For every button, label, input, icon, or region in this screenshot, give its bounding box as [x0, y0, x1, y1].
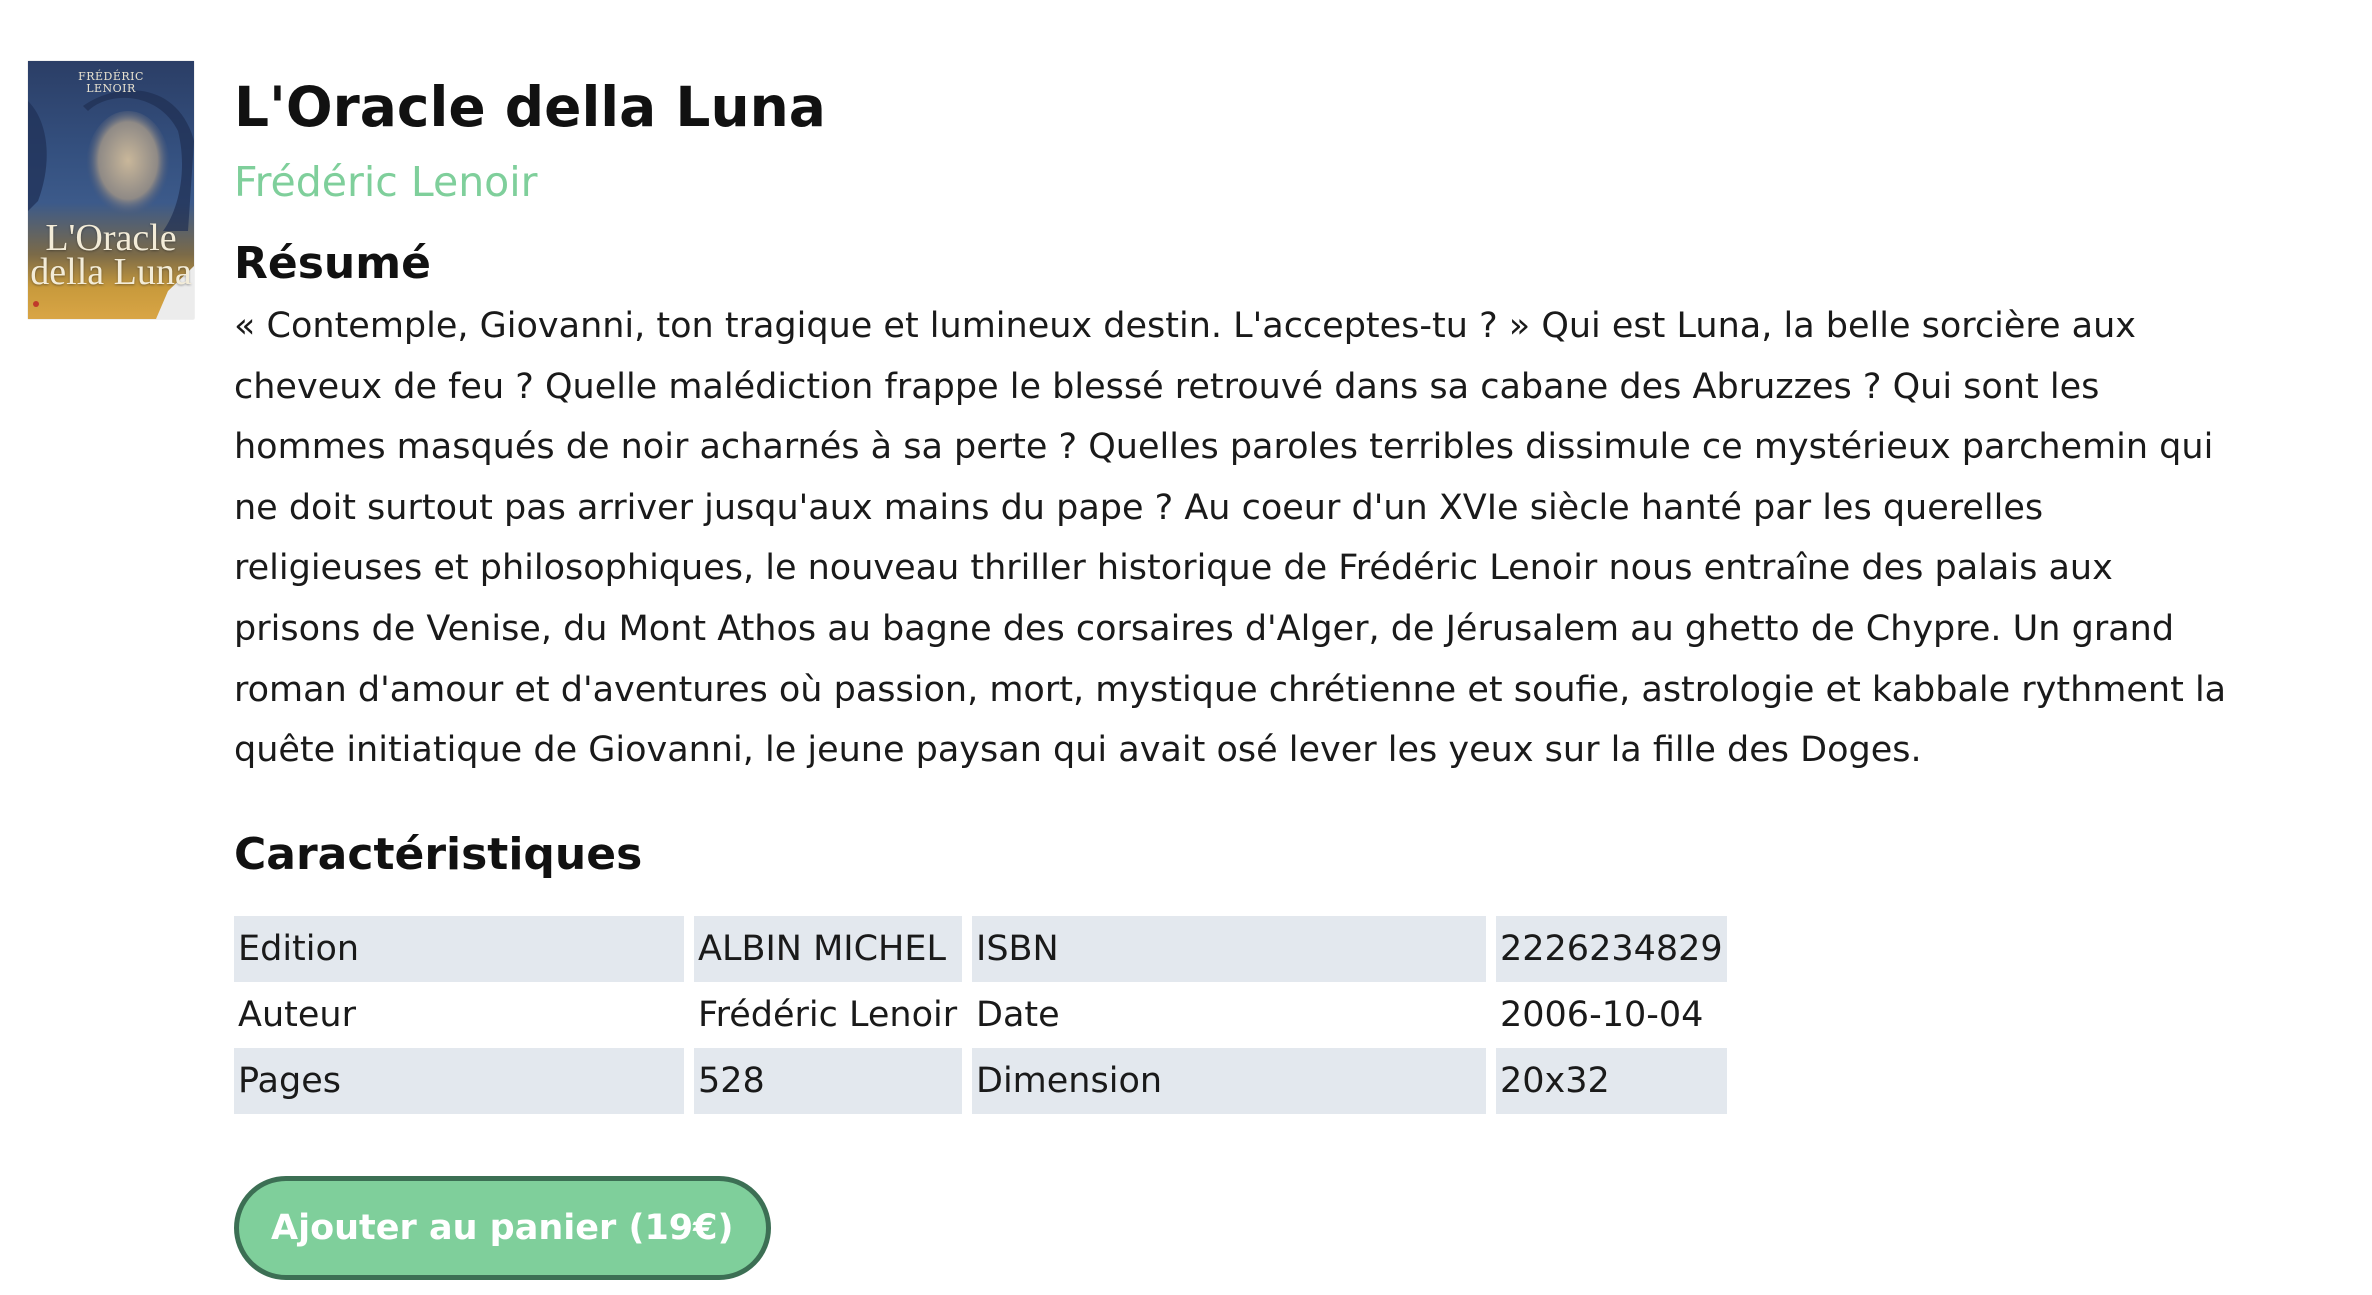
- spec-key: Date: [976, 995, 1060, 1035]
- summary-text: « Contemple, Giovanni, ton tragique et l…: [234, 296, 2244, 781]
- specs-row: Edition ALBIN MICHEL ISBN 2226234829: [234, 916, 1727, 982]
- spec-key: Edition: [234, 916, 684, 982]
- spec-value: 2006-10-04: [1500, 995, 1704, 1035]
- specs-row: Pages 528 Dimension 20x32: [234, 1048, 1727, 1114]
- book-detail-page: FRÉDÉRIC LENOIR L'Oracle della Luna L'Or…: [0, 0, 2372, 1295]
- spec-key: ISBN: [972, 916, 1486, 982]
- spec-value: 2226234829: [1496, 916, 1727, 982]
- cover-title-text: L'Oracle della Luna: [30, 217, 192, 293]
- summary-line: quête initiatique de Giovanni, le jeune …: [234, 730, 1922, 771]
- summary-line: hommes masqués de noir acharnés à sa per…: [234, 427, 2214, 468]
- book-details: L'Oracle della Luna Frédéric Lenoir Résu…: [234, 62, 2234, 887]
- book-title: L'Oracle della Luna: [234, 75, 826, 139]
- spec-value: ALBIN MICHEL: [694, 916, 962, 982]
- spec-key: Auteur: [238, 995, 356, 1035]
- spec-key: Pages: [234, 1048, 684, 1114]
- book-author-link[interactable]: Frédéric Lenoir: [234, 152, 2234, 212]
- spec-value: 20x32: [1496, 1048, 1727, 1114]
- book-cover-image: FRÉDÉRIC LENOIR L'Oracle della Luna: [28, 61, 194, 319]
- spec-value: Frédéric Lenoir: [698, 995, 958, 1035]
- spec-key: Dimension: [972, 1048, 1486, 1114]
- summary-line: prisons de Venise, du Mont Athos au bagn…: [234, 608, 2175, 649]
- summary-heading: Résumé: [234, 238, 431, 289]
- specs-row: Auteur Frédéric Lenoir Date 2006-10-04: [234, 982, 1727, 1048]
- summary-line: roman d'amour et d'aventures où passion,…: [234, 669, 2227, 710]
- cover-author-text: FRÉDÉRIC LENOIR: [78, 70, 144, 95]
- summary-line: ne doit surtout pas arriver jusqu'aux ma…: [234, 487, 2044, 528]
- summary-line: « Contemple, Giovanni, ton tragique et l…: [234, 306, 2137, 346]
- summary-line: cheveux de feu ? Quelle malédiction frap…: [234, 366, 2100, 407]
- specs-heading: Caractéristiques: [234, 828, 643, 880]
- spec-value: 528: [694, 1048, 962, 1114]
- specs-table: Edition ALBIN MICHEL ISBN 2226234829 Aut…: [224, 916, 1737, 1114]
- add-to-cart-button[interactable]: Ajouter au panier (19€): [234, 1176, 771, 1280]
- summary-line: religieuses et philosophiques, le nouvea…: [234, 548, 2113, 589]
